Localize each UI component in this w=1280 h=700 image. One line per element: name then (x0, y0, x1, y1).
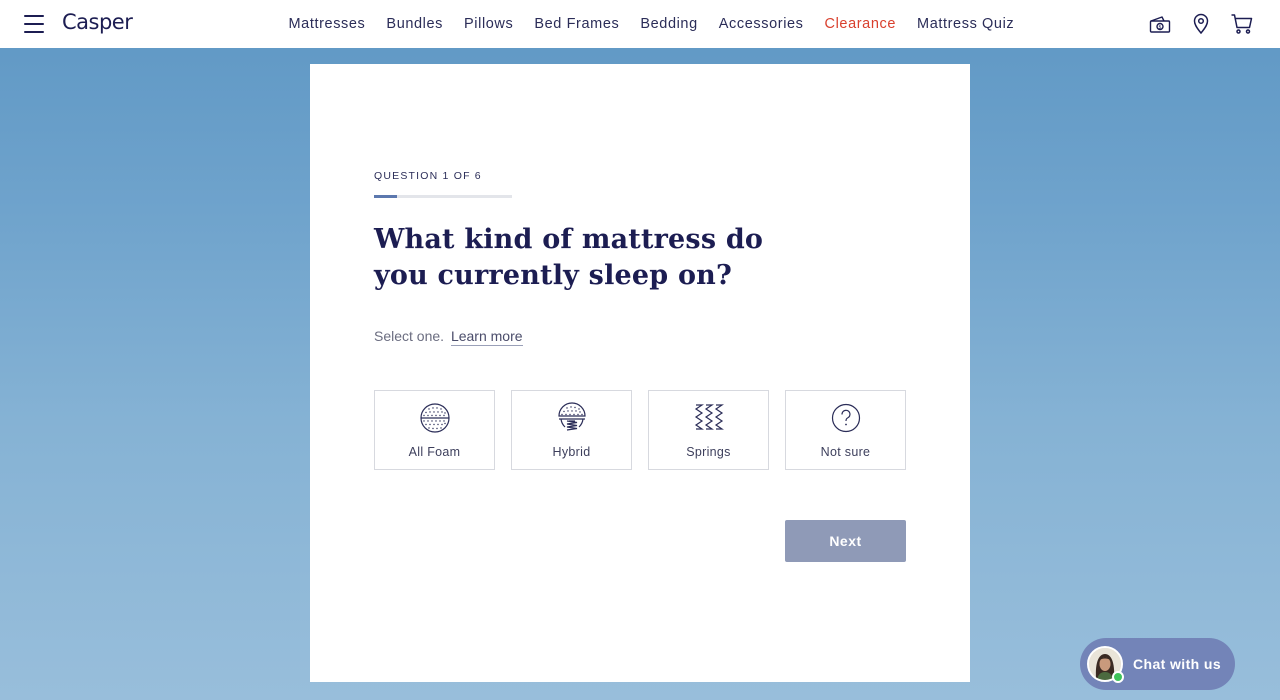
hybrid-icon (557, 402, 586, 431)
nav-item-bundles[interactable]: Bundles (386, 16, 443, 32)
nav-item-mattresses[interactable]: Mattresses (289, 16, 366, 32)
location-pin-icon[interactable] (1189, 12, 1213, 36)
option-label: Not sure (820, 445, 871, 459)
chat-label: Chat with us (1133, 656, 1222, 672)
question-help: Select one. Learn more (374, 328, 523, 346)
springs-icon (694, 404, 724, 430)
financing-icon[interactable]: $ (1148, 12, 1172, 36)
nav-item-accessories[interactable]: Accessories (719, 16, 804, 32)
nav-item-bedding[interactable]: Bedding (640, 16, 697, 32)
option-hybrid[interactable]: Hybrid (511, 390, 632, 470)
option-label: Hybrid (552, 445, 591, 459)
learn-more-link[interactable]: Learn more (450, 328, 523, 346)
chat-widget[interactable]: Chat with us (1080, 638, 1235, 690)
answer-options: All Foam Hybrid Springs Not sure (374, 390, 906, 470)
agent-avatar (1087, 646, 1124, 683)
question-counter: QUESTION 1 OF 6 (374, 170, 482, 182)
site-header: Casper Mattresses Bundles Pillows Bed Fr… (0, 0, 1280, 48)
question-title: What kind of mattress do you currently s… (374, 224, 764, 291)
nav-item-bed-frames[interactable]: Bed Frames (534, 16, 619, 32)
option-label: Springs (686, 445, 731, 459)
online-status-dot (1112, 671, 1124, 683)
header-icons: $ (1131, 12, 1254, 36)
option-not-sure[interactable]: Not sure (785, 390, 906, 470)
svg-text:$: $ (1158, 25, 1161, 31)
menu-icon[interactable] (24, 14, 44, 34)
question-icon (831, 403, 860, 433)
foam-icon (419, 403, 450, 433)
cart-icon[interactable] (1230, 12, 1254, 36)
help-text: Select one. (374, 328, 445, 344)
next-button[interactable]: Next (785, 520, 906, 562)
main-nav: Mattresses Bundles Pillows Bed Frames Be… (278, 0, 1025, 48)
option-springs[interactable]: Springs (648, 390, 769, 470)
quiz-progress-bar (374, 195, 512, 198)
casper-logo[interactable]: Casper (62, 10, 133, 34)
nav-item-pillows[interactable]: Pillows (464, 16, 513, 32)
quiz-progress-fill (374, 195, 397, 198)
nav-item-clearance[interactable]: Clearance (825, 16, 897, 32)
option-all-foam[interactable]: All Foam (374, 390, 495, 470)
quiz-card: QUESTION 1 OF 6 What kind of mattress do… (310, 64, 970, 682)
option-label: All Foam (408, 445, 461, 459)
nav-item-mattress-quiz[interactable]: Mattress Quiz (917, 16, 1014, 32)
